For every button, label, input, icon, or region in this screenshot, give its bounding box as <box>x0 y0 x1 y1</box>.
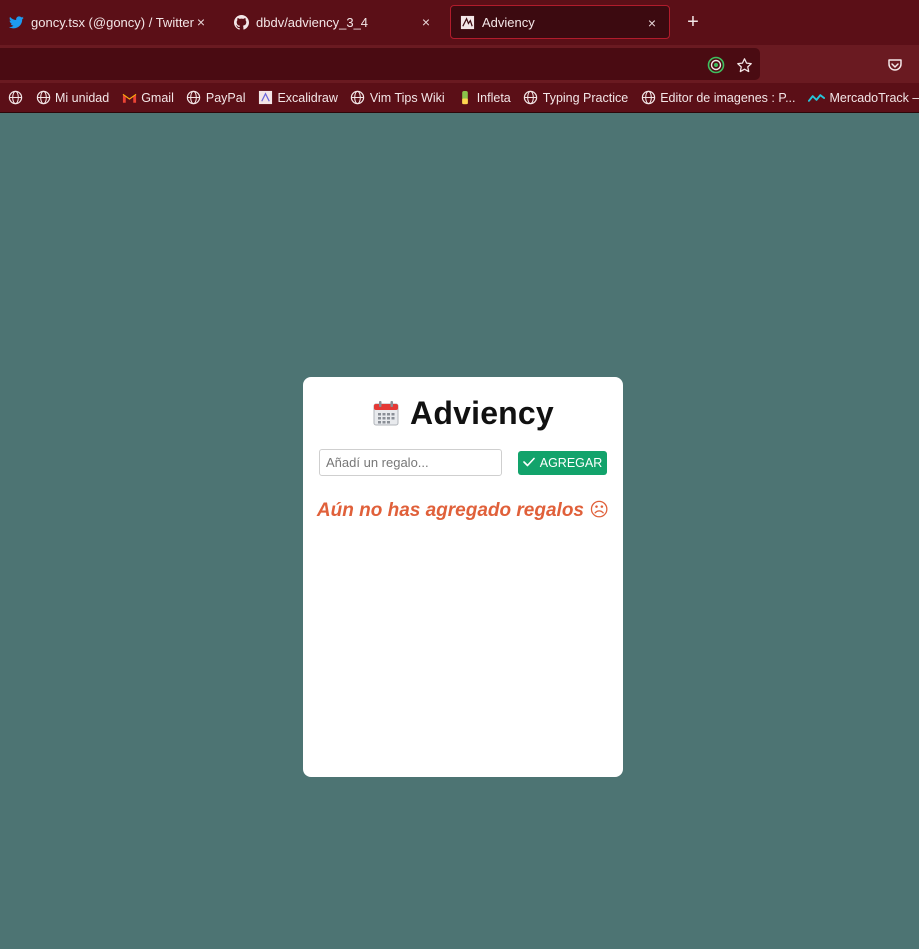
tab-title: Adviency <box>482 14 535 30</box>
new-tab-button[interactable]: + <box>681 10 705 34</box>
bookmark-gmail[interactable]: Gmail <box>121 90 174 106</box>
bookmark-label: MercadoTrack — Silla <box>829 90 919 105</box>
pocket-icon[interactable] <box>885 55 905 75</box>
app-header: Adviency <box>303 393 623 433</box>
tab-strip: goncy.tsx (@goncy) / Twitter × dbdv/advi… <box>0 0 919 45</box>
bookmark-label: Gmail <box>141 90 174 105</box>
calendar-icon <box>372 399 400 427</box>
close-tab-icon[interactable]: × <box>417 13 435 31</box>
add-button-label: AGREGAR <box>539 456 603 470</box>
globe-icon <box>35 90 51 106</box>
globe-icon <box>186 90 202 106</box>
bookmark-label: Mi unidad <box>55 90 110 105</box>
gmail-icon <box>121 90 137 106</box>
globe-icon <box>523 90 539 106</box>
add-gift-button[interactable]: AGREGAR <box>518 451 607 475</box>
globe-icon <box>7 90 23 106</box>
tab-github[interactable]: dbdv/adviency_3_4 × <box>233 5 443 39</box>
page-title: Adviency <box>410 394 554 431</box>
navigation-toolbar <box>0 45 919 83</box>
bookmark-editor-de-imagenes[interactable]: Editor de imagenes : P... <box>640 90 796 106</box>
bookmarks-toolbar: Mi unidad Gmail PayPal Excalidraw Vim Ti… <box>0 83 919 113</box>
bookmark-label: PayPal <box>205 90 246 105</box>
url-bar[interactable] <box>0 48 760 80</box>
tracking-protection-icon[interactable] <box>707 56 725 74</box>
bookmark-label: Typing Practice <box>542 90 629 105</box>
tab-title: dbdv/adviency_3_4 <box>256 14 369 30</box>
bookmark-star-icon[interactable] <box>735 56 753 74</box>
gift-input[interactable] <box>319 449 502 476</box>
bookmark-globe[interactable] <box>7 90 23 106</box>
adviency-icon <box>459 14 475 30</box>
bookmark-paypal[interactable]: PayPal <box>186 90 246 106</box>
close-tab-icon[interactable]: × <box>192 13 210 31</box>
bookmark-infleta[interactable]: Infleta <box>457 90 511 106</box>
tab-adviency[interactable]: Adviency × <box>450 5 670 39</box>
close-tab-icon[interactable]: × <box>643 14 661 32</box>
excalidraw-icon <box>257 90 273 106</box>
bookmark-mercadotrack[interactable]: MercadoTrack — Silla <box>808 90 919 106</box>
github-icon <box>233 14 249 30</box>
bookmark-label: Editor de imagenes : P... <box>660 90 796 105</box>
globe-icon <box>640 90 656 106</box>
bookmark-label: Excalidraw <box>277 90 338 105</box>
check-icon <box>522 456 535 470</box>
tab-twitter[interactable]: goncy.tsx (@goncy) / Twitter × <box>8 5 218 39</box>
gift-list-card: Adviency AGREGAR Aún no has agregado reg… <box>303 377 623 777</box>
bookmark-excalidraw[interactable]: Excalidraw <box>257 90 338 106</box>
twitter-icon <box>8 14 24 30</box>
bookmark-mi-unidad[interactable]: Mi unidad <box>35 90 109 106</box>
mercadotrack-icon <box>808 90 826 106</box>
infleta-icon <box>457 90 473 106</box>
bookmark-vim-tips-wiki[interactable]: Vim Tips Wiki <box>350 90 445 106</box>
bookmark-typing-practice[interactable]: Typing Practice <box>523 90 628 106</box>
empty-state-message: Aún no has agregado regalos ☹ <box>316 500 610 521</box>
bookmark-label: Vim Tips Wiki <box>369 90 445 105</box>
globe-icon <box>350 90 366 106</box>
bookmark-label: Infleta <box>476 90 511 105</box>
tab-title: goncy.tsx (@goncy) / Twitter <box>31 14 194 30</box>
